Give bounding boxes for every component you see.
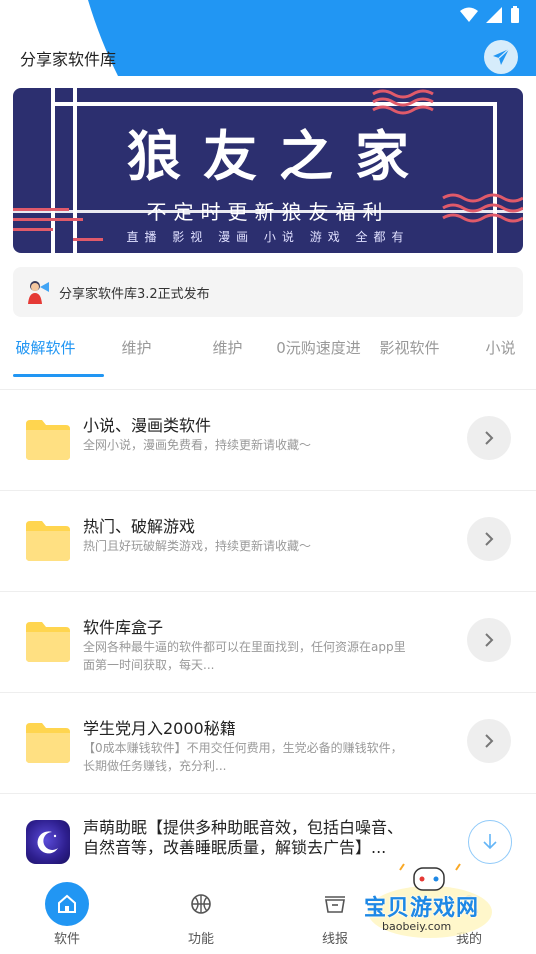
send-button[interactable] [484, 40, 518, 74]
status-bar [460, 6, 520, 24]
tab-video-software[interactable]: 影视软件 [364, 326, 455, 378]
moon-app-icon [26, 820, 70, 864]
home-icon [45, 882, 89, 926]
open-button[interactable] [467, 719, 511, 763]
watermark-text: 宝贝游戏网 [364, 896, 480, 921]
item-title: 软件库盒子 [83, 618, 164, 637]
wifi-icon [460, 7, 478, 22]
category-tabs: 破解软件 维护 维护 0沅购速度进 影视软件 小说 [0, 326, 536, 378]
watermark-url: baobeiy.com [382, 920, 452, 933]
tab-cracked-software[interactable]: 破解软件 [0, 326, 91, 378]
announcement-text: 分享家软件库3.2正式发布 [59, 286, 210, 302]
banner-tagline: 直播 影视 漫画 小说 游戏 全都有 [126, 230, 410, 244]
battery-icon [511, 6, 519, 23]
basketball-icon [179, 882, 223, 926]
chevron-right-icon [485, 633, 494, 647]
chevron-right-icon [485, 431, 494, 445]
folder-icon [26, 622, 70, 662]
item-description: 全网各种最牛逼的软件都可以在里面找到，任何资源在app里面第一时间获取，每天..… [83, 640, 406, 672]
tab-maintenance-1[interactable]: 维护 [91, 326, 182, 378]
open-button[interactable] [467, 416, 511, 460]
nav-label: 软件 [53, 932, 80, 947]
tab-novel[interactable]: 小说 [455, 326, 536, 378]
announcement-bar[interactable]: 分享家软件库3.2正式发布 [13, 267, 523, 317]
moon-icon [37, 831, 58, 854]
item-title: 小说、漫画类软件 [83, 416, 212, 435]
software-list: 小说、漫画类软件 全网小说，漫画免费看，持续更新请收藏～ 热门、破解游戏 热门且… [0, 390, 536, 895]
item-description: 热门且好玩破解类游戏，持续更新请收藏～ [83, 539, 312, 553]
app-title: 分享家软件库 [20, 50, 117, 69]
item-description: 【0成本赚钱软件】不用交任何费用，生党必备的赚钱软件，长期做任务赚钱，充分利..… [83, 741, 403, 773]
folder-icon [26, 420, 70, 460]
open-button[interactable] [467, 618, 511, 662]
list-item[interactable]: 热门、破解游戏 热门且好玩破解类游戏，持续更新请收藏～ [0, 491, 536, 592]
active-tab-indicator [13, 374, 104, 377]
send-icon [493, 48, 510, 65]
nav-software[interactable]: 软件 [0, 876, 134, 954]
tab-zero-purchase[interactable]: 0沅购速度进 [273, 326, 364, 378]
item-title: 学生党月入2000秘籍 [83, 719, 236, 738]
banner-title: 狼友之家 [127, 125, 431, 188]
item-title: 热门、破解游戏 [83, 517, 196, 536]
signal-icon [486, 7, 502, 23]
tab-maintenance-2[interactable]: 维护 [182, 326, 273, 378]
folder-icon [26, 723, 70, 763]
folder-icon [26, 521, 70, 561]
list-item[interactable]: 学生党月入2000秘籍 【0成本赚钱软件】不用交任何费用，生党必备的赚钱软件，长… [0, 693, 536, 794]
watermark: 宝贝游戏网 baobeiy.com [360, 862, 510, 942]
box-icon [313, 882, 357, 926]
download-button[interactable] [468, 820, 512, 864]
nav-label: 功能 [187, 932, 214, 947]
list-item[interactable]: 小说、漫画类软件 全网小说，漫画免费看，持续更新请收藏～ [0, 390, 536, 491]
banner-subtitle: 不定时更新狼友福利 [146, 200, 390, 224]
megaphone-person-icon [28, 281, 49, 304]
nav-features[interactable]: 功能 [134, 876, 268, 954]
item-title: 声萌助眠【提供多种助眠音效，包括白噪音、自然音等，改善睡眠质量，解锁去广告】..… [83, 818, 404, 857]
chevron-right-icon [485, 532, 494, 546]
download-icon [483, 834, 497, 850]
list-item[interactable]: 软件库盒子 全网各种最牛逼的软件都可以在里面找到，任何资源在app里面第一时间获… [0, 592, 536, 693]
promo-banner[interactable]: 狼友之家 不定时更新狼友福利 直播 影视 漫画 小说 游戏 全都有 [13, 88, 523, 253]
chevron-right-icon [485, 734, 494, 748]
header: 分享家软件库 [0, 0, 536, 76]
item-description: 全网小说，漫画免费看，持续更新请收藏～ [83, 438, 312, 452]
open-button[interactable] [467, 517, 511, 561]
